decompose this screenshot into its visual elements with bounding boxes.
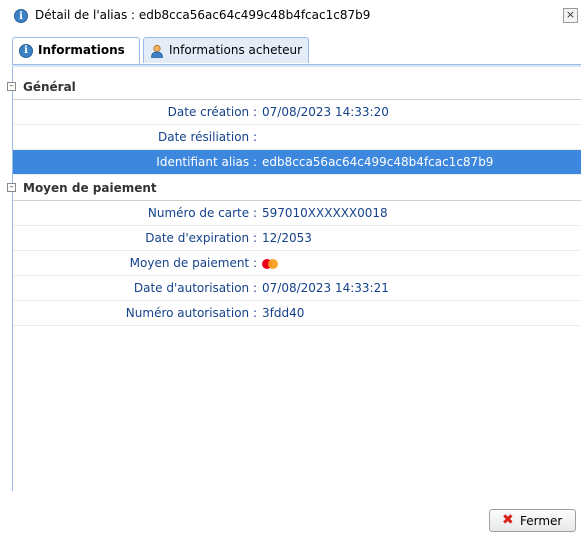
field-value: 597010XXXXXX0018 bbox=[262, 206, 388, 220]
info-icon: i bbox=[19, 44, 33, 58]
section-header[interactable]: – Moyen de paiement bbox=[7, 176, 581, 201]
user-icon bbox=[151, 44, 163, 58]
section-general: – Général Date création : 07/08/2023 14:… bbox=[7, 75, 581, 175]
close-icon: ✖ bbox=[502, 512, 514, 528]
field-label: Date d'expiration : bbox=[145, 231, 257, 245]
collapse-icon[interactable]: – bbox=[7, 183, 16, 192]
field-row-numero-carte: Numéro de carte : 597010XXXXXX0018 bbox=[13, 201, 581, 226]
field-row-date-creation: Date création : 07/08/2023 14:33:20 bbox=[13, 100, 581, 125]
informations-panel: – Général Date création : 07/08/2023 14:… bbox=[7, 67, 581, 491]
field-label: Date résiliation : bbox=[158, 130, 257, 144]
tab-informations-acheteur[interactable]: Informations acheteur bbox=[143, 37, 309, 63]
field-label: Date création : bbox=[167, 105, 257, 119]
alias-detail-window: i Détail de l'alias : edb8cca56ac64c499c… bbox=[0, 0, 581, 533]
field-value: edb8cca56ac64c499c48b4fcac1c87b9 bbox=[262, 155, 494, 169]
fermer-button-label: Fermer bbox=[520, 514, 563, 528]
info-icon: i bbox=[14, 9, 28, 23]
field-value: 07/08/2023 14:33:20 bbox=[262, 105, 389, 119]
mastercard-icon bbox=[262, 259, 278, 269]
field-row-date-expiration: Date d'expiration : 12/2053 bbox=[13, 226, 581, 251]
section-title: Moyen de paiement bbox=[23, 181, 157, 195]
close-icon[interactable]: × bbox=[563, 8, 578, 23]
tab-label: Informations bbox=[38, 43, 125, 57]
collapse-icon[interactable]: – bbox=[7, 82, 16, 91]
field-row-date-resiliation: Date résiliation : bbox=[13, 125, 581, 150]
section-header[interactable]: – Général bbox=[7, 75, 581, 100]
field-row-moyen-paiement: Moyen de paiement : bbox=[13, 251, 581, 276]
tab-informations[interactable]: i Informations bbox=[12, 37, 140, 65]
field-value: 3fdd40 bbox=[262, 306, 305, 320]
field-label: Date d'autorisation : bbox=[133, 281, 257, 295]
field-row-date-autorisation: Date d'autorisation : 07/08/2023 14:33:2… bbox=[13, 276, 581, 301]
field-row-numero-autorisation: Numéro autorisation : 3fdd40 bbox=[13, 301, 581, 326]
tab-bar: i Informations Informations acheteur bbox=[12, 37, 581, 65]
title-bar: i Détail de l'alias : edb8cca56ac64c499c… bbox=[0, 0, 581, 30]
field-label: Identifiant alias : bbox=[156, 155, 257, 169]
field-label: Numéro autorisation : bbox=[125, 306, 257, 320]
field-value: 12/2053 bbox=[262, 231, 312, 245]
section-moyen-de-paiement: – Moyen de paiement Numéro de carte : 59… bbox=[7, 176, 581, 326]
tab-label: Informations acheteur bbox=[169, 43, 303, 57]
fermer-button[interactable]: ✖ Fermer bbox=[489, 509, 576, 532]
field-label: Numéro de carte : bbox=[147, 206, 257, 220]
field-row-identifiant-alias[interactable]: Identifiant alias : edb8cca56ac64c499c48… bbox=[13, 150, 581, 175]
field-value: 07/08/2023 14:33:21 bbox=[262, 281, 389, 295]
section-title: Général bbox=[23, 80, 76, 94]
field-label: Moyen de paiement : bbox=[129, 256, 257, 270]
window-title: Détail de l'alias : edb8cca56ac64c499c48… bbox=[35, 8, 371, 22]
footer-toolbar: ✖ Fermer bbox=[0, 491, 581, 533]
